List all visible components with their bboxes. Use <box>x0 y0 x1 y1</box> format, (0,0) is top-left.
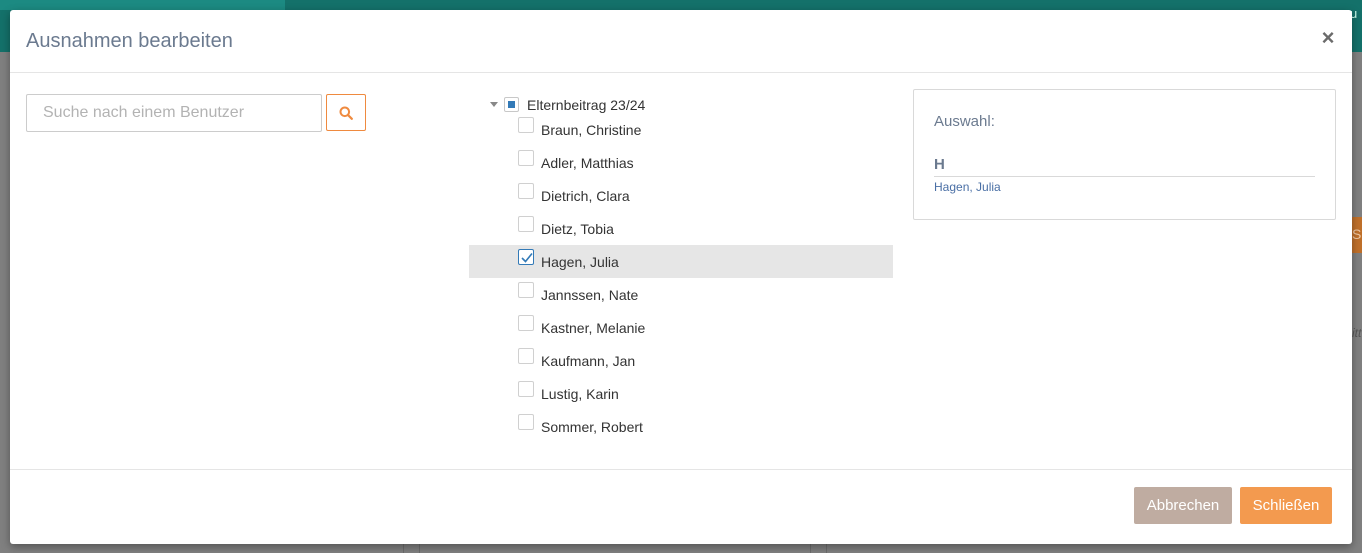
background-active-tab <box>0 0 285 10</box>
user-checkbox[interactable] <box>518 183 534 199</box>
tree-root-label[interactable]: Elternbeitrag 23/24 <box>527 97 645 113</box>
background-italic-text: itt <box>1352 326 1362 340</box>
tree-item-label[interactable]: Dietz, Tobia <box>541 221 614 237</box>
tree-item-label[interactable]: Adler, Matthias <box>541 155 634 171</box>
user-checkbox[interactable] <box>518 150 534 166</box>
selection-title: Auswahl: <box>934 113 995 130</box>
tree-item[interactable]: Kaufmann, Jan <box>469 344 893 377</box>
selected-user-link[interactable]: Hagen, Julia <box>934 180 1001 194</box>
tree-item[interactable]: Adler, Matthias <box>469 146 893 179</box>
selection-panel: Auswahl: H Hagen, Julia <box>913 89 1336 220</box>
modal-title: Ausnahmen bearbeiten <box>26 30 233 52</box>
divider <box>934 176 1315 177</box>
user-checkbox[interactable] <box>518 282 534 298</box>
cancel-button[interactable]: Abbrechen <box>1134 487 1232 524</box>
tree-item-label[interactable]: Hagen, Julia <box>541 254 619 270</box>
tree-item-label[interactable]: Jannssen, Nate <box>541 287 638 303</box>
checkmark-icon <box>521 252 533 263</box>
modal-header: Ausnahmen bearbeiten × <box>10 10 1352 73</box>
user-checkbox[interactable] <box>518 216 534 232</box>
tree-item[interactable]: Hagen, Julia <box>469 245 893 278</box>
tree-item-label[interactable]: Lustig, Karin <box>541 386 619 402</box>
close-icon[interactable]: × <box>1320 27 1336 49</box>
root-checkbox[interactable] <box>504 97 519 112</box>
tree-item[interactable]: Jannssen, Nate <box>469 278 893 311</box>
user-checkbox[interactable] <box>518 348 534 364</box>
tree-item[interactable]: Braun, Christine <box>469 113 893 146</box>
search-button[interactable] <box>326 94 366 131</box>
modal-footer: Abbrechen Schließen <box>10 469 1352 544</box>
tree-item-label[interactable]: Braun, Christine <box>541 122 641 138</box>
tree-item[interactable]: Lustig, Karin <box>469 377 893 410</box>
caret-down-icon[interactable] <box>490 102 498 107</box>
user-checkbox[interactable] <box>518 414 534 430</box>
close-button[interactable]: Schließen <box>1240 487 1332 524</box>
search-icon <box>339 106 353 120</box>
tree-item[interactable]: Kastner, Melanie <box>469 311 893 344</box>
user-search-input[interactable] <box>26 94 322 132</box>
user-checkbox[interactable] <box>518 249 534 265</box>
tree-item-label[interactable]: Sommer, Robert <box>541 419 643 435</box>
selection-group-letter: H <box>934 156 945 173</box>
tree-item-label[interactable]: Kaufmann, Jan <box>541 353 635 369</box>
user-checkbox[interactable] <box>518 381 534 397</box>
tree-item-label[interactable]: Dietrich, Clara <box>541 188 630 204</box>
tree-item[interactable]: Dietz, Tobia <box>469 212 893 245</box>
edit-exceptions-modal: Ausnahmen bearbeiten × Elternbeitrag 23/… <box>10 10 1352 544</box>
modal-body: Elternbeitrag 23/24 Braun, Christine Adle… <box>10 73 1352 469</box>
background-orange-button-text: Sp <box>1352 226 1362 242</box>
user-checkbox[interactable] <box>518 315 534 331</box>
indeterminate-indicator <box>508 101 515 108</box>
user-checkbox[interactable] <box>518 117 534 133</box>
tree-item[interactable]: Sommer, Robert <box>469 410 893 443</box>
tree-item-label[interactable]: Kastner, Melanie <box>541 320 645 336</box>
tree-item[interactable]: Dietrich, Clara <box>469 179 893 212</box>
